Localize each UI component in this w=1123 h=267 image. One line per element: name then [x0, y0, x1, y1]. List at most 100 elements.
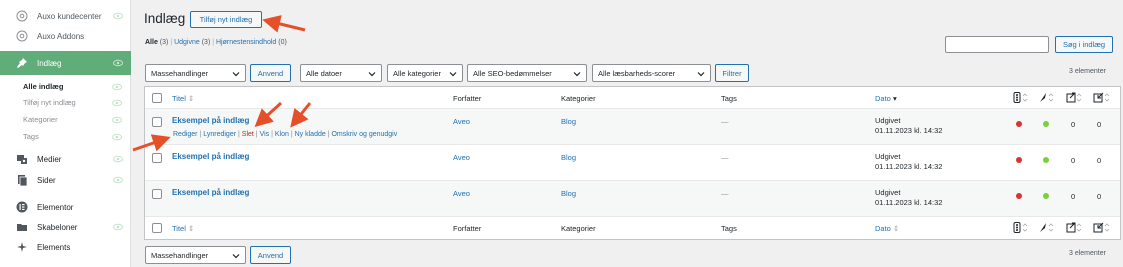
readability-value: Alle læsbarheds-scorer [598, 68, 676, 78]
select-all-checkbox[interactable] [152, 93, 162, 103]
filter-button[interactable]: Filtrer [715, 64, 749, 82]
post-date: 01.11.2023 kl. 14:32 [875, 198, 943, 207]
post-title-link[interactable]: Eksempel på indlæg [172, 152, 249, 161]
incoming-links-count: 0 [1097, 192, 1102, 201]
eye-icon[interactable] [112, 115, 122, 125]
sidebar-item-label: Sider [37, 175, 56, 185]
post-title-link[interactable]: Eksempel på indlæg [172, 188, 249, 197]
apply-button-bottom[interactable]: Anvend [250, 246, 291, 264]
column-categories-header: Kategorier [561, 94, 596, 103]
tags-value: — [721, 189, 729, 198]
posts-table: Titel ⇕ Forfatter Kategorier Tags Dato ▾… [144, 86, 1121, 240]
eye-icon[interactable] [113, 175, 123, 185]
sidebar-item-label: Elements [37, 242, 71, 252]
column-categories-footer: Kategorier [561, 224, 596, 233]
sidebar-item-auxo-addons[interactable]: Auxo Addons [0, 26, 131, 46]
seo-score-footer-icon[interactable] [1013, 222, 1029, 233]
table-footer: Titel ⇕ Forfatter Kategorier Tags Dato ⇕ [145, 217, 1120, 239]
bulk-actions-select-bottom[interactable]: Massehandlinger [145, 246, 246, 264]
view-link[interactable]: Vis [260, 131, 270, 138]
category-link[interactable]: Blog [561, 189, 576, 198]
seo-score-select[interactable]: Alle SEO-bedømmelser [467, 64, 587, 82]
sidebar-item-medier[interactable]: Medier [0, 149, 131, 169]
category-link[interactable]: Blog [561, 117, 576, 126]
sort-desc-icon: ▾ [892, 94, 897, 103]
edit-link[interactable]: Rediger [173, 131, 198, 138]
readability-select[interactable]: Alle læsbarheds-scorer [592, 64, 711, 82]
chevron-down-icon [573, 72, 581, 77]
row-checkbox[interactable] [152, 189, 162, 199]
chevron-down-icon [232, 72, 240, 77]
post-date: 01.11.2023 kl. 14:32 [875, 162, 943, 171]
dates-select[interactable]: Alle datoer [300, 64, 382, 82]
bulk-actions-select[interactable]: Massehandlinger [145, 64, 246, 82]
search-input[interactable] [945, 36, 1049, 53]
filter-all[interactable]: Alle [145, 39, 158, 46]
sidebar-item-elements[interactable]: Elements [0, 237, 131, 257]
filter-cornerstone[interactable]: Hjørnestensindhold [216, 39, 276, 46]
submenu-categories[interactable]: Kategorier [23, 115, 58, 124]
eye-icon[interactable] [112, 98, 122, 108]
column-date-label: Dato [875, 94, 891, 103]
seo-score-header-icon[interactable] [1013, 92, 1029, 103]
row-checkbox[interactable] [152, 117, 162, 127]
page-title: Indlæg [144, 11, 186, 26]
column-title-footer[interactable]: Titel ⇕ [172, 224, 194, 233]
category-link[interactable]: Blog [561, 153, 576, 162]
rewrite-republish-link[interactable]: Omskriv og genudgiv [331, 131, 397, 138]
post-status-filters: Alle (3) | Udgivne (3) | Hjørnestensindh… [145, 39, 287, 46]
select-all-checkbox[interactable] [152, 223, 162, 233]
chevron-down-icon [232, 254, 240, 259]
submenu-tags[interactable]: Tags [23, 132, 39, 141]
post-date: 01.11.2023 kl. 14:32 [875, 126, 943, 135]
sidebar-item-sider[interactable]: Sider [0, 170, 131, 190]
sidebar-item-auxo-kundecenter[interactable]: Auxo kundecenter [0, 6, 131, 26]
table-row: Eksempel på indlæg Rediger | Lynrediger … [145, 109, 1120, 145]
column-date-label: Dato [875, 224, 891, 233]
readability-footer-icon[interactable] [1039, 222, 1055, 233]
eye-icon[interactable] [113, 154, 123, 164]
eye-icon[interactable] [113, 11, 123, 21]
categories-value: Alle kategorier [393, 68, 441, 78]
add-new-post-button[interactable]: Tilføj nyt indlæg [190, 11, 262, 28]
quick-edit-link[interactable]: Lynrediger [203, 131, 236, 138]
author-link[interactable]: Aveo [453, 189, 470, 198]
incoming-links-count: 0 [1097, 156, 1102, 165]
outgoing-links-count: 0 [1071, 192, 1076, 201]
delete-link[interactable]: Slet [242, 131, 254, 138]
filter-published[interactable]: Udgivne [174, 39, 200, 46]
apply-button[interactable]: Anvend [250, 64, 291, 82]
eye-icon[interactable] [112, 82, 122, 92]
sidebar-item-indlaeg[interactable]: Indlæg [0, 51, 131, 75]
sidebar-item-skabeloner[interactable]: Skabeloner [0, 217, 131, 237]
column-title-header[interactable]: Titel ⇕ [172, 94, 194, 103]
sidebar-item-elementor[interactable]: Elementor [0, 197, 131, 217]
sidebar-item-label: Elementor [37, 202, 74, 212]
search-posts-button[interactable]: Søg i indlæg [1055, 36, 1113, 53]
chevron-down-icon [368, 72, 376, 77]
elements-icon [15, 240, 29, 254]
categories-select[interactable]: Alle kategorier [387, 64, 463, 82]
incoming-links-icon[interactable] [1093, 92, 1111, 103]
outgoing-links-icon[interactable] [1065, 222, 1083, 233]
column-date-footer[interactable]: Dato ⇕ [875, 224, 899, 233]
author-link[interactable]: Aveo [453, 153, 470, 162]
sidebar-item-label: Auxo Addons [37, 31, 85, 41]
row-checkbox[interactable] [152, 153, 162, 163]
submenu-add-new[interactable]: Tilføj nyt indlæg [23, 98, 76, 107]
eye-icon[interactable] [113, 58, 123, 68]
outgoing-links-icon[interactable] [1065, 92, 1083, 103]
post-title-link[interactable]: Eksempel på indlæg [172, 116, 249, 125]
clone-link[interactable]: Klon [275, 131, 289, 138]
column-date-header[interactable]: Dato ▾ [875, 94, 897, 103]
new-draft-link[interactable]: Ny kladde [295, 131, 326, 138]
submenu-all-posts[interactable]: Alle indlæg [23, 82, 63, 91]
eye-icon[interactable] [113, 222, 123, 232]
filter-all-count: (3) [159, 39, 169, 46]
eye-icon[interactable] [112, 132, 122, 142]
sidebar-item-label: Indlæg [37, 58, 62, 68]
author-link[interactable]: Aveo [453, 117, 470, 126]
folder-icon [15, 220, 29, 234]
readability-header-icon[interactable] [1039, 92, 1055, 103]
incoming-links-icon[interactable] [1093, 222, 1111, 233]
